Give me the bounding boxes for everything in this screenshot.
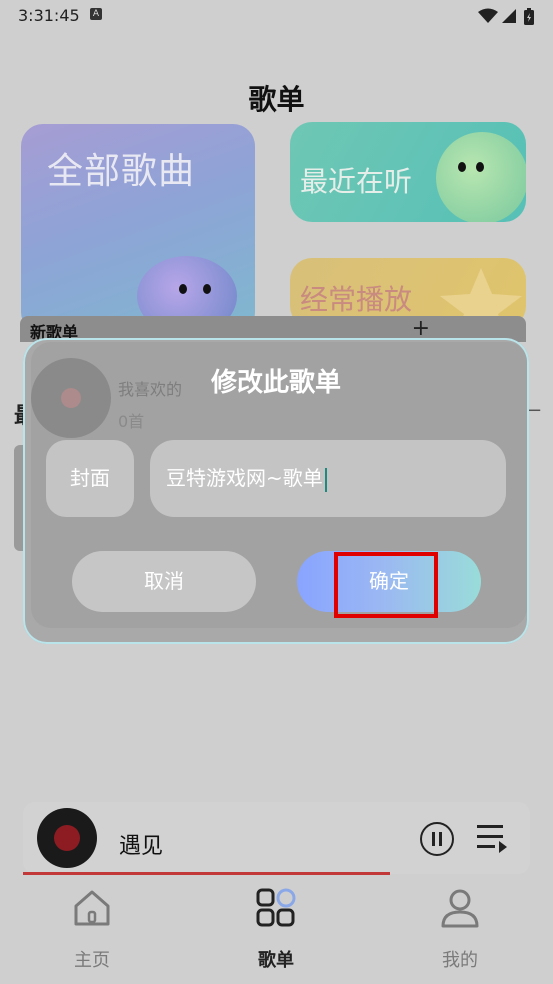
playlist-name-value: 豆特游戏网~歌单	[166, 466, 323, 490]
nav-profile-label: 我的	[442, 950, 478, 971]
wifi-icon	[478, 8, 498, 23]
pause-icon	[432, 832, 442, 846]
page-title: 歌单	[248, 83, 305, 116]
playlist-name-input[interactable]: 豆特游戏网~歌单	[150, 440, 506, 517]
home-icon	[74, 890, 110, 926]
mascot-eye-icon	[458, 162, 466, 172]
mini-player[interactable]: 遇见	[23, 802, 530, 874]
status-clock: 3:31:45	[18, 6, 80, 25]
battery-icon	[524, 8, 534, 25]
songlist-icon	[256, 888, 296, 927]
notification-icon: A	[90, 8, 102, 20]
card-often-played-label: 经常播放	[300, 283, 413, 316]
nav-songlist[interactable]: 歌单	[184, 880, 368, 980]
card-all-songs[interactable]: 全部歌曲	[21, 124, 255, 334]
mascot-eye-icon	[476, 162, 484, 172]
confirm-highlight-box	[334, 552, 438, 618]
album-disc-icon[interactable]	[37, 808, 97, 868]
ball-mascot-icon	[436, 132, 526, 222]
card-all-songs-label: 全部歌曲	[47, 151, 196, 192]
background-playlist-count: 0首	[118, 412, 145, 431]
nav-home[interactable]: 主页	[0, 880, 184, 980]
edit-playlist-dialog: 我喜欢的 0首 修改此歌单 封面 豆特游戏网~歌单 取消 确定	[23, 338, 529, 644]
collapse-icon[interactable]: −	[527, 400, 542, 421]
text-caret	[324, 467, 327, 492]
bottom-nav: 主页 歌单 我的	[0, 880, 553, 984]
status-bar: 3:31:45 A	[0, 0, 553, 32]
nav-songlist-label: 歌单	[258, 950, 294, 971]
signal-icon	[502, 9, 516, 23]
dialog-title: 修改此歌单	[210, 368, 341, 398]
mascot-eye-icon	[179, 284, 187, 294]
disc-label-icon	[54, 825, 80, 851]
playlist-queue-icon[interactable]	[475, 822, 509, 854]
card-recent-label: 最近在听	[300, 165, 413, 198]
nav-home-label: 主页	[74, 950, 110, 971]
song-title: 遇见	[119, 834, 164, 859]
profile-icon	[441, 889, 479, 928]
mascot-eye-icon	[203, 284, 211, 294]
cover-button[interactable]: 封面	[46, 440, 134, 517]
nav-profile[interactable]: 我的	[368, 880, 552, 980]
card-recent[interactable]: 最近在听	[290, 122, 526, 222]
cancel-button[interactable]: 取消	[72, 551, 256, 612]
playback-progress[interactable]	[23, 872, 390, 875]
pause-button[interactable]	[420, 822, 454, 856]
